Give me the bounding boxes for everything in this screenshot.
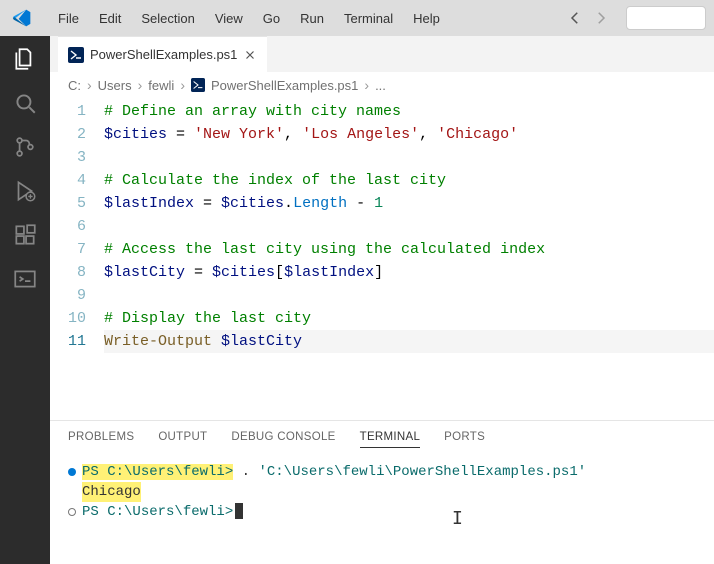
breadcrumb-item[interactable]: Users (98, 78, 132, 93)
terminal-line: Chicago (68, 482, 696, 502)
extensions-icon[interactable] (12, 222, 38, 248)
terminal-cmd-dot: . (233, 464, 258, 480)
chevron-right-icon: › (87, 77, 92, 93)
text-cursor-icon: 𝙸 (452, 510, 463, 530)
main-area: PowerShellExamples.ps1 C: › Users › fewl… (0, 36, 714, 564)
code-line[interactable]: Write-Output $lastCity (104, 330, 714, 353)
panel-tab-output[interactable]: OUTPUT (158, 431, 207, 448)
breadcrumb-item[interactable]: ... (375, 78, 386, 93)
terminal-line: PS C:\Users\fewli> . 'C:\Users\fewli\Pow… (68, 462, 696, 482)
nav-forward-icon[interactable] (592, 9, 610, 27)
chevron-right-icon: › (138, 77, 143, 93)
code-editor[interactable]: 1234567891011 # Define an array with cit… (50, 98, 714, 420)
terminal-prompt: PS (82, 464, 107, 480)
terminal-cwd: C:\Users\fewli> (107, 504, 233, 520)
menu-view[interactable]: View (205, 7, 253, 30)
menubar: FileEditSelectionViewGoRunTerminalHelp (48, 7, 450, 30)
terminal-cmd-arg: 'C:\Users\fewli\PowerShellExamples.ps1' (258, 464, 586, 480)
line-number: 10 (50, 307, 86, 330)
panel-tab-ports[interactable]: PORTS (444, 431, 485, 448)
terminal-panel-icon[interactable] (12, 266, 38, 292)
panel-tabs: PROBLEMS OUTPUT DEBUG CONSOLE TERMINAL PORTS (50, 421, 714, 456)
vscode-logo-icon (12, 8, 32, 28)
tab-powershell-examples[interactable]: PowerShellExamples.ps1 (58, 36, 267, 72)
menu-file[interactable]: File (48, 7, 89, 30)
chevron-right-icon: › (180, 77, 185, 93)
line-number: 7 (50, 238, 86, 261)
panel-tab-terminal[interactable]: TERMINAL (360, 431, 421, 448)
menu-edit[interactable]: Edit (89, 7, 131, 30)
tab-label: PowerShellExamples.ps1 (90, 47, 237, 62)
powershell-file-icon (68, 47, 84, 63)
breadcrumb-item[interactable]: PowerShellExamples.ps1 (211, 78, 358, 93)
breadcrumb-item[interactable]: C: (68, 78, 81, 93)
menu-help[interactable]: Help (403, 7, 450, 30)
breadcrumb[interactable]: C: › Users › fewli › PowerShellExamples.… (50, 72, 714, 98)
menu-run[interactable]: Run (290, 7, 334, 30)
command-center-input[interactable] (626, 6, 706, 30)
terminal-cursor (235, 503, 243, 519)
code-line[interactable]: # Calculate the index of the last city (104, 172, 446, 189)
code-line[interactable]: # Display the last city (104, 310, 311, 327)
line-number: 6 (50, 215, 86, 238)
line-number: 9 (50, 284, 86, 307)
prompt-status-dot-icon (68, 468, 76, 476)
source-control-icon[interactable] (12, 134, 38, 160)
terminal-line: PS C:\Users\fewli> (68, 502, 696, 522)
close-icon[interactable] (243, 48, 257, 62)
chevron-right-icon: › (364, 77, 369, 93)
line-number: 4 (50, 169, 86, 192)
activity-bar (0, 36, 50, 564)
tab-bar: PowerShellExamples.ps1 (50, 36, 714, 72)
powershell-file-icon (191, 78, 205, 92)
nav-history (566, 9, 610, 27)
search-icon[interactable] (12, 90, 38, 116)
breadcrumb-item[interactable]: fewli (148, 78, 174, 93)
panel-tab-problems[interactable]: PROBLEMS (68, 431, 134, 448)
code-content[interactable]: # Define an array with city names $citie… (104, 100, 714, 420)
line-number: 8 (50, 261, 86, 284)
code-line[interactable]: $lastCity = $cities[$lastIndex] (104, 264, 383, 281)
prompt-status-dot-icon (68, 508, 76, 516)
line-number: 2 (50, 123, 86, 146)
terminal-prompt: PS (82, 504, 107, 520)
line-number: 1 (50, 100, 86, 123)
line-number: 11 (50, 330, 86, 353)
menu-go[interactable]: Go (253, 7, 290, 30)
editor-area: PowerShellExamples.ps1 C: › Users › fewl… (50, 36, 714, 564)
titlebar: FileEditSelectionViewGoRunTerminalHelp (0, 0, 714, 36)
line-number: 5 (50, 192, 86, 215)
terminal-output: Chicago (82, 482, 141, 502)
line-number: 3 (50, 146, 86, 169)
run-debug-icon[interactable] (12, 178, 38, 204)
bottom-panel: PROBLEMS OUTPUT DEBUG CONSOLE TERMINAL PORTS… (50, 420, 714, 564)
nav-back-icon[interactable] (566, 9, 584, 27)
menu-terminal[interactable]: Terminal (334, 7, 403, 30)
explorer-icon[interactable] (12, 46, 38, 72)
code-line[interactable]: # Define an array with city names (104, 103, 401, 120)
code-line[interactable]: $cities = 'New York', 'Los Angeles', 'Ch… (104, 126, 518, 143)
menu-selection[interactable]: Selection (131, 7, 204, 30)
panel-tab-debug-console[interactable]: DEBUG CONSOLE (231, 431, 335, 448)
line-number-gutter: 1234567891011 (50, 100, 104, 420)
terminal-view[interactable]: PS C:\Users\fewli> . 'C:\Users\fewli\Pow… (50, 456, 714, 564)
code-line[interactable]: # Access the last city using the calcula… (104, 241, 545, 258)
code-line[interactable]: $lastIndex = $cities.Length - 1 (104, 195, 383, 212)
terminal-cwd: C:\Users\fewli> (107, 464, 233, 480)
